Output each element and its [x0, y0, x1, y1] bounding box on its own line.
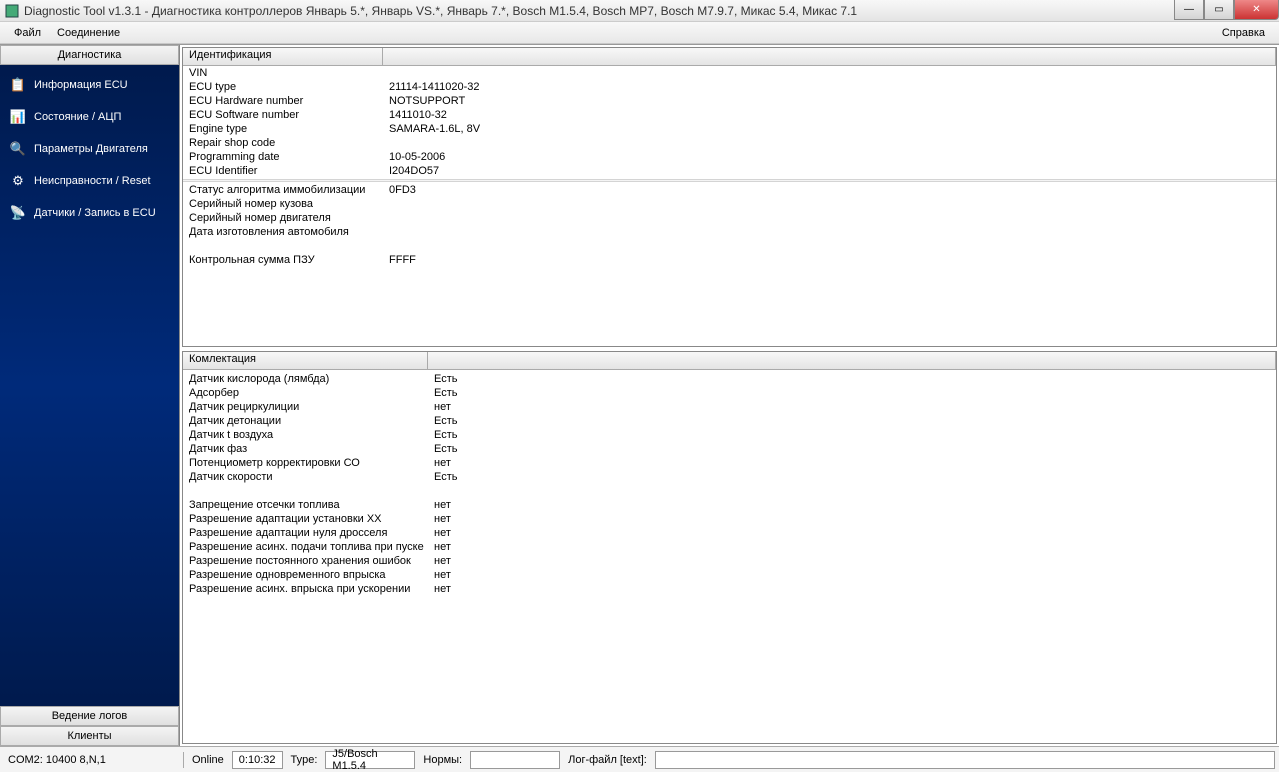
table-row: АдсорберЕсть [183, 386, 1276, 400]
table-row: Датчик t воздухаЕсть [183, 428, 1276, 442]
status-online: Online [190, 754, 226, 766]
menu-connection[interactable]: Соединение [49, 25, 128, 41]
table-row: Датчик детонацииЕсть [183, 414, 1276, 428]
sensor-icon: 📡 [10, 205, 26, 221]
status-comport: COM2: 10400 8,N,1 [4, 752, 184, 768]
menu-file[interactable]: Файл [6, 25, 49, 41]
info-icon: 📋 [10, 77, 26, 93]
sidebar-nav: 📋 Информация ECU 📊 Состояние / АЦП 🔍 Пар… [0, 65, 179, 706]
table-row: Разрешение адаптации установки ХХнет [183, 512, 1276, 526]
table-row: Статус алгоритма иммобилизации0FD3 [183, 183, 1276, 197]
table-row: Датчик кислорода (лямбда)Есть [183, 372, 1276, 386]
sidebar-item-faults-reset[interactable]: ⚙ Неисправности / Reset [0, 165, 179, 197]
titlebar: Diagnostic Tool v1.3.1 - Диагностика кон… [0, 0, 1279, 22]
table-row: ECU IdentifierI204DO57 [183, 164, 1276, 178]
status-norms-value [470, 751, 560, 769]
table-row: ECU Hardware numberNOTSUPPORT [183, 94, 1276, 108]
status-norms-label: Нормы: [421, 754, 464, 766]
table-row: ECU type21114-1411020-32 [183, 80, 1276, 94]
table-row: Серийный номер кузова [183, 197, 1276, 211]
sidebar-item-label: Информация ECU [34, 79, 128, 91]
status-type-label: Type: [289, 754, 320, 766]
sidebar-item-engine-params[interactable]: 🔍 Параметры Двигателя [0, 133, 179, 165]
maximize-button[interactable]: ▭ [1204, 0, 1234, 20]
table-row: Контрольная сумма ПЗУFFFF [183, 253, 1276, 267]
sidebar: Диагностика 📋 Информация ECU 📊 Состояние… [0, 45, 180, 746]
table-row: Серийный номер двигателя [183, 211, 1276, 225]
sidebar-item-sensors-write[interactable]: 📡 Датчики / Запись в ECU [0, 197, 179, 229]
table-row: Engine typeSAMARA-1.6L, 8V [183, 122, 1276, 136]
statusbar: COM2: 10400 8,N,1 Online 0:10:32 Type: J… [0, 746, 1279, 772]
table-row: Дата изготовления автомобиля [183, 225, 1276, 239]
table-row: Датчик рециркулициинет [183, 400, 1276, 414]
app-icon [4, 3, 20, 19]
table-row: Разрешение постоянного хранения ошибокне… [183, 554, 1276, 568]
close-button[interactable]: ✕ [1234, 0, 1279, 20]
state-icon: 📊 [10, 109, 26, 125]
gear-icon: ⚙ [10, 173, 26, 189]
equipment-panel: Комлектация Датчик кислорода (лямбда)Ест… [182, 351, 1277, 744]
window-controls: — ▭ ✕ [1174, 0, 1279, 20]
equip-col-value[interactable] [428, 352, 1276, 369]
table-row: Потенциометр корректировки СОнет [183, 456, 1276, 470]
main-area: Диагностика 📋 Информация ECU 📊 Состояние… [0, 44, 1279, 746]
table-row: Разрешение адаптации нуля дросселянет [183, 526, 1276, 540]
table-row: Датчик скоростиЕсть [183, 470, 1276, 484]
divider [183, 179, 1276, 182]
table-row: VIN [183, 66, 1276, 80]
identification-panel: Идентификация VIN ECU type21114-1411020-… [182, 47, 1277, 347]
sidebar-item-ecu-info[interactable]: 📋 Информация ECU [0, 69, 179, 101]
identification-body: VIN ECU type21114-1411020-32 ECU Hardwar… [183, 66, 1276, 344]
equipment-header: Комлектация [183, 352, 1276, 370]
table-row: Programming date10-05-2006 [183, 150, 1276, 164]
sidebar-item-label: Датчики / Запись в ECU [34, 207, 156, 219]
content-area: Идентификация VIN ECU type21114-1411020-… [180, 45, 1279, 746]
table-row: Разрешение асинх. подачи топлива при пус… [183, 540, 1276, 554]
table-row: Разрешение одновременного впрысканет [183, 568, 1276, 582]
ident-col-value[interactable] [383, 48, 1276, 65]
menu-help[interactable]: Справка [1214, 25, 1273, 41]
status-time: 0:10:32 [232, 751, 283, 769]
sidebar-item-state-adc[interactable]: 📊 Состояние / АЦП [0, 101, 179, 133]
table-row: Датчик фазЕсть [183, 442, 1276, 456]
table-row: Разрешение асинх. впрыска при ускорениин… [183, 582, 1276, 596]
menubar: Файл Соединение Справка [0, 22, 1279, 44]
equip-col-label[interactable]: Комлектация [183, 352, 428, 369]
table-row: ECU Software number1411010-32 [183, 108, 1276, 122]
magnifier-icon: 🔍 [10, 141, 26, 157]
minimize-button[interactable]: — [1174, 0, 1204, 20]
window-title: Diagnostic Tool v1.3.1 - Диагностика кон… [24, 4, 857, 18]
status-log-value [655, 751, 1275, 769]
sidebar-clients-button[interactable]: Клиенты [0, 726, 179, 746]
status-type-value: J5/Bosch M1.5.4 [325, 751, 415, 769]
sidebar-logs-button[interactable]: Ведение логов [0, 706, 179, 726]
table-row: Запрещение отсечки топливанет [183, 498, 1276, 512]
equipment-body: Датчик кислорода (лямбда)Есть АдсорберЕс… [183, 370, 1276, 596]
table-row: Repair shop code [183, 136, 1276, 150]
status-log-label: Лог-файл [text]: [566, 754, 649, 766]
sidebar-item-label: Состояние / АЦП [34, 111, 121, 123]
sidebar-header[interactable]: Диагностика [0, 45, 179, 65]
identification-header: Идентификация [183, 48, 1276, 66]
sidebar-item-label: Неисправности / Reset [34, 175, 151, 187]
sidebar-item-label: Параметры Двигателя [34, 143, 148, 155]
ident-col-label[interactable]: Идентификация [183, 48, 383, 65]
